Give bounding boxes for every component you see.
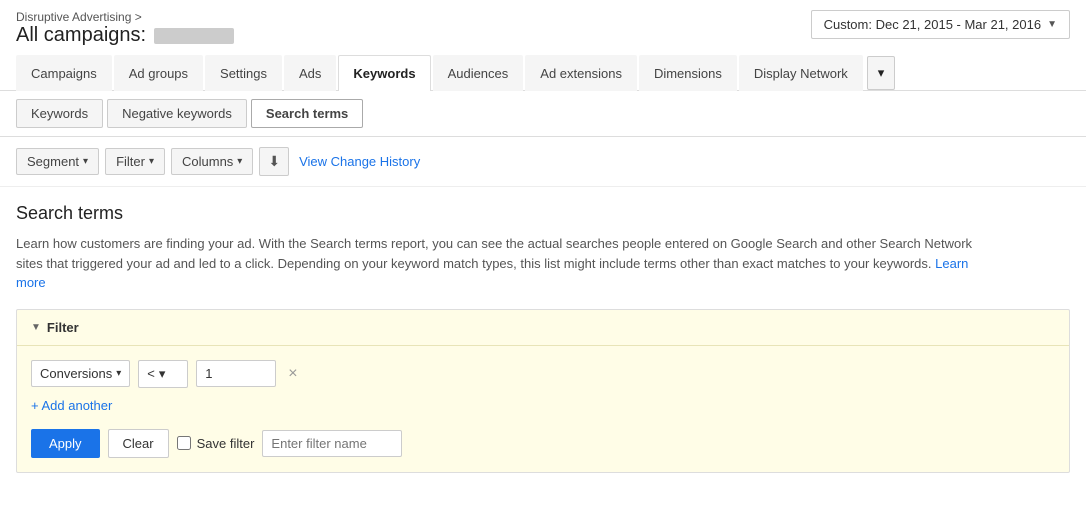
header-right: Custom: Dec 21, 2015 - Mar 21, 2016 ▼	[811, 10, 1070, 39]
filter-actions: Apply Clear Save filter	[31, 429, 1055, 458]
tab-audiences[interactable]: Audiences	[433, 55, 524, 91]
content-area: Search terms Learn how customers are fin…	[0, 187, 1086, 489]
header-left: Disruptive Advertising > All campaigns:	[16, 10, 234, 47]
toolbar: Segment ▾ Filter ▾ Columns ▾ ⬇ View Chan…	[0, 137, 1086, 187]
download-icon: ⬇	[268, 153, 280, 169]
filter-field-select[interactable]: Conversions ▾	[31, 360, 130, 387]
date-range-arrow-icon: ▼	[1047, 19, 1057, 30]
segment-arrow-icon: ▾	[83, 156, 88, 167]
main-nav: Campaigns Ad groups Settings Ads Keyword…	[0, 55, 1086, 91]
subtab-search-terms[interactable]: Search terms	[251, 99, 363, 128]
top-header: Disruptive Advertising > All campaigns: …	[0, 0, 1086, 55]
filter-operator-arrow-icon: ▾	[159, 366, 166, 382]
apply-button[interactable]: Apply	[31, 429, 100, 458]
filter-expand-icon: ▼	[31, 322, 41, 333]
tab-dimensions[interactable]: Dimensions	[639, 55, 737, 91]
filter-value-input[interactable]	[196, 360, 276, 387]
segment-button[interactable]: Segment ▾	[16, 148, 99, 175]
filter-panel-header[interactable]: ▼ Filter	[17, 310, 1069, 346]
subtab-keywords[interactable]: Keywords	[16, 99, 103, 128]
download-button[interactable]: ⬇	[259, 147, 289, 176]
breadcrumb[interactable]: Disruptive Advertising >	[16, 10, 234, 24]
filter-body: Conversions ▾ < ▾ × + Add another Apply …	[17, 346, 1069, 472]
save-filter-label: Save filter	[177, 436, 255, 451]
save-filter-text: Save filter	[197, 436, 255, 451]
columns-arrow-icon: ▾	[237, 156, 242, 167]
tab-display-network[interactable]: Display Network	[739, 55, 863, 91]
campaign-name-blurred	[154, 28, 234, 44]
section-title: Search terms	[16, 203, 1070, 224]
segment-label: Segment	[27, 154, 79, 169]
date-range-button[interactable]: Custom: Dec 21, 2015 - Mar 21, 2016 ▼	[811, 10, 1070, 39]
subtab-negative-keywords[interactable]: Negative keywords	[107, 99, 247, 128]
filter-header-label: Filter	[47, 320, 79, 335]
add-another-link[interactable]: + Add another	[31, 398, 112, 413]
tab-campaigns[interactable]: Campaigns	[16, 55, 112, 91]
tab-keywords[interactable]: Keywords	[338, 55, 430, 91]
tab-settings[interactable]: Settings	[205, 55, 282, 91]
filter-operator-select[interactable]: < ▾	[138, 360, 188, 388]
save-filter-name-input[interactable]	[262, 430, 402, 457]
page-title: All campaigns:	[16, 24, 234, 47]
date-range-label: Custom: Dec 21, 2015 - Mar 21, 2016	[824, 17, 1042, 32]
description: Learn how customers are finding your ad.…	[16, 234, 976, 293]
columns-button[interactable]: Columns ▾	[171, 148, 253, 175]
tab-ad-groups[interactable]: Ad groups	[114, 55, 203, 91]
filter-field-label: Conversions	[40, 366, 112, 381]
save-filter-checkbox[interactable]	[177, 436, 191, 450]
tab-ad-extensions[interactable]: Ad extensions	[525, 55, 637, 91]
filter-button[interactable]: Filter ▾	[105, 148, 165, 175]
filter-arrow-icon: ▾	[149, 156, 154, 167]
clear-button[interactable]: Clear	[108, 429, 169, 458]
description-text: Learn how customers are finding your ad.…	[16, 236, 972, 271]
breadcrumb-separator: >	[135, 10, 142, 24]
filter-row: Conversions ▾ < ▾ ×	[31, 360, 1055, 388]
breadcrumb-label: Disruptive Advertising	[16, 10, 131, 24]
filter-field-arrow-icon: ▾	[116, 368, 121, 379]
filter-panel: ▼ Filter Conversions ▾ < ▾ × + Add anoth…	[16, 309, 1070, 473]
tab-more-button[interactable]: ▾	[867, 56, 896, 90]
filter-operator-label: <	[147, 366, 155, 381]
sub-nav: Keywords Negative keywords Search terms	[0, 91, 1086, 137]
columns-label: Columns	[182, 154, 233, 169]
tab-ads[interactable]: Ads	[284, 55, 336, 91]
filter-remove-button[interactable]: ×	[284, 364, 301, 384]
filter-label: Filter	[116, 154, 145, 169]
view-change-history-link[interactable]: View Change History	[299, 154, 420, 169]
